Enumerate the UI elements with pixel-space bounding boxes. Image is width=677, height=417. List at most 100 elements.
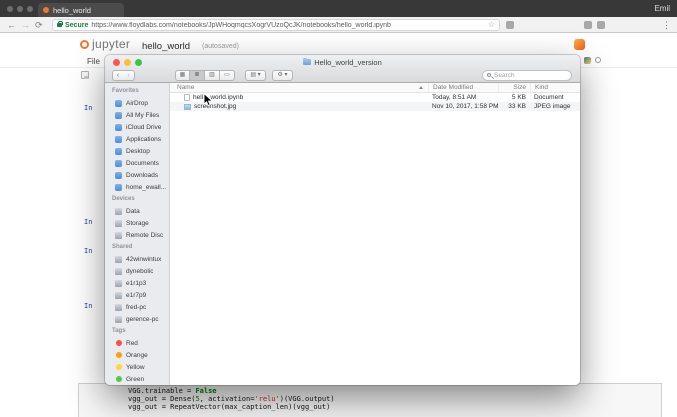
sidebar-item-downloads[interactable]: Downloads bbox=[105, 169, 169, 181]
sidebar-item-icloud-drive[interactable]: iCloud Drive bbox=[105, 121, 169, 133]
sidebar-item-e1r1p3[interactable]: e1r1p3 bbox=[105, 277, 169, 289]
autosave-status: (autosaved) bbox=[202, 43, 239, 50]
sidebar-item-label: All My Files bbox=[126, 111, 160, 119]
extension-icon[interactable] bbox=[584, 21, 592, 29]
sidebar-item-desktop[interactable]: Desktop bbox=[105, 145, 169, 157]
mouse-cursor bbox=[203, 92, 214, 112]
document-file-icon bbox=[184, 94, 190, 101]
sidebar-item-label: Applications bbox=[126, 135, 162, 143]
sidebar-item-applications[interactable]: Applications bbox=[105, 133, 169, 145]
sidebar-item-label: Documents bbox=[126, 159, 159, 167]
file-date-modified: Nov 10, 2017, 1:58 PM bbox=[432, 103, 498, 110]
sidebar-item-e1r7p9[interactable]: e1r7p9 bbox=[105, 289, 169, 301]
code-token: )(VGG.output) bbox=[279, 395, 335, 403]
list-view-button[interactable]: ≣ bbox=[190, 69, 205, 81]
sidebar-item-documents[interactable]: Documents bbox=[105, 157, 169, 169]
table-row[interactable]: hello_world.ipynb Today, 8:51 AM 5 KB Docum… bbox=[170, 93, 580, 102]
sidebar-item-gerence-pc[interactable]: gerence-pc bbox=[105, 313, 169, 325]
cell-prompt: In bbox=[84, 247, 93, 255]
forward-button[interactable]: → bbox=[21, 19, 30, 31]
screen: hello_world Emil ← → ⟳ Secure https://ww… bbox=[0, 0, 677, 417]
sidebar-item-label: fred-pc bbox=[126, 303, 147, 311]
sidebar-item-all-my-files[interactable]: All My Files bbox=[105, 109, 169, 121]
sidebar-item-airdrop[interactable]: AirDrop bbox=[105, 97, 169, 109]
sidebar-item-42winwintux[interactable]: 42winwintux bbox=[105, 253, 169, 265]
browser-tab[interactable]: hello_world bbox=[38, 3, 124, 17]
window-minimize-button[interactable] bbox=[17, 6, 23, 12]
sidebar-item-yellow[interactable]: Yellow bbox=[105, 361, 169, 373]
desktop-icon bbox=[115, 147, 122, 155]
sidebar-item-remote-disc[interactable]: Remote Disc bbox=[105, 229, 169, 241]
extension-icon[interactable] bbox=[506, 21, 514, 29]
finder-titlebar[interactable]: Hello_world_version ‹ › ▦ ≣ ▥ ▭ ▤ ▾ ⚙ ▾ bbox=[105, 55, 580, 83]
menu-file[interactable]: File bbox=[87, 57, 100, 66]
sidebar-item-fred-pc[interactable]: fred-pc bbox=[105, 301, 169, 313]
tab-title: hello_world bbox=[53, 5, 91, 15]
action-gear-button[interactable]: ⚙ ▾ bbox=[272, 69, 293, 81]
sidebar-item-storage[interactable]: Storage bbox=[105, 217, 169, 229]
refresh-button[interactable]: ⟳ bbox=[35, 19, 43, 31]
code-token: 'relu' bbox=[254, 395, 280, 403]
finder-search-field[interactable] bbox=[482, 69, 572, 81]
column-header-label: Date Modified bbox=[433, 84, 474, 91]
finder-file-list: hello_world.ipynb Today, 8:51 AM 5 KB Docum… bbox=[170, 93, 580, 111]
icon-view-button[interactable]: ▦ bbox=[175, 69, 190, 81]
sidebar-item-data[interactable]: Data bbox=[105, 205, 169, 217]
sidebar-item-green[interactable]: Green bbox=[105, 373, 169, 385]
code-cell[interactable]: VGG.trainable = False vgg_out = Dense(5, … bbox=[78, 383, 662, 417]
window-zoom-button[interactable] bbox=[27, 6, 33, 12]
code-token: False bbox=[195, 387, 217, 395]
finder-toolbar: ‹ › ▦ ≣ ▥ ▭ ▤ ▾ ⚙ ▾ bbox=[105, 68, 580, 83]
sidebar-item-dynebolic[interactable]: dynebolic bbox=[105, 265, 169, 277]
shared-computer-icon bbox=[115, 303, 122, 311]
jupyter-planet-icon bbox=[80, 40, 89, 49]
save-notebook-button[interactable] bbox=[81, 71, 89, 79]
file-name: hello_world.ipynb bbox=[193, 94, 244, 101]
search-input[interactable] bbox=[494, 71, 567, 79]
notebook-title[interactable]: hello_world bbox=[142, 41, 190, 52]
shared-computer-icon bbox=[115, 315, 122, 323]
file-kind: Document bbox=[534, 94, 564, 101]
address-bar[interactable]: Secure https://www.floydlabs.com/noteboo… bbox=[52, 19, 500, 31]
code-token: vgg_out = RepeatVector(max_caption_len)(… bbox=[128, 403, 331, 411]
url-text[interactable]: https://www.floydlabs.com/notebooks/JpWH… bbox=[91, 22, 484, 29]
column-header-date[interactable]: Date Modified bbox=[428, 83, 498, 92]
column-header-label: Size bbox=[513, 84, 526, 91]
browser-profile-name[interactable]: Emil bbox=[654, 4, 670, 13]
bookmark-star-icon[interactable]: ☆ bbox=[488, 20, 495, 30]
file-size: 33 KB bbox=[508, 103, 526, 110]
cell-prompt: In bbox=[84, 218, 93, 226]
sidebar-item-label: gerence-pc bbox=[126, 315, 159, 323]
search-icon bbox=[487, 73, 491, 77]
column-header-size[interactable]: Size bbox=[498, 83, 530, 92]
code-token: vgg_out = Dense( bbox=[128, 395, 196, 403]
file-size: 5 KB bbox=[511, 94, 526, 101]
shared-computer-icon bbox=[115, 291, 122, 299]
shared-computer-icon bbox=[115, 255, 122, 263]
window-close-button[interactable] bbox=[7, 6, 13, 12]
table-row[interactable]: screenshot.jpg Nov 10, 2017, 1:58 PM 33 KB… bbox=[170, 102, 580, 111]
sidebar-item-label: Downloads bbox=[126, 171, 159, 179]
back-button[interactable]: ← bbox=[7, 19, 16, 31]
jupyter-logo[interactable]: jupyter bbox=[80, 37, 130, 51]
column-header-name[interactable]: Name bbox=[170, 83, 428, 92]
code-token: VGG.trainable = bbox=[128, 387, 196, 395]
sidebar-item-red[interactable]: Red bbox=[105, 337, 169, 349]
column-view-button[interactable]: ▥ bbox=[205, 69, 220, 81]
column-header-kind[interactable]: Kind bbox=[530, 83, 580, 92]
file-kind: JPEG image bbox=[534, 103, 571, 110]
coverflow-view-button[interactable]: ▭ bbox=[220, 69, 235, 81]
sidebar-item-home-ewall[interactable]: home_ewall... bbox=[105, 181, 169, 193]
sidebar-item-orange[interactable]: Orange bbox=[105, 349, 169, 361]
secure-lock-icon bbox=[57, 20, 63, 27]
sidebar-item-label: Yellow bbox=[126, 363, 145, 371]
sidebar-item-label: 42winwintux bbox=[126, 255, 162, 263]
app-logo-icon[interactable] bbox=[574, 39, 585, 50]
arrange-menu-button[interactable]: ▤ ▾ bbox=[245, 69, 266, 81]
sidebar-item-label: Green bbox=[126, 375, 145, 383]
downloads-icon bbox=[115, 171, 122, 179]
finder-forward-button[interactable]: › bbox=[123, 69, 135, 81]
extension-icon[interactable] bbox=[597, 21, 605, 29]
sidebar-section-title: Devices bbox=[112, 196, 135, 202]
browser-menu-icon[interactable]: ⋮ bbox=[662, 19, 671, 31]
